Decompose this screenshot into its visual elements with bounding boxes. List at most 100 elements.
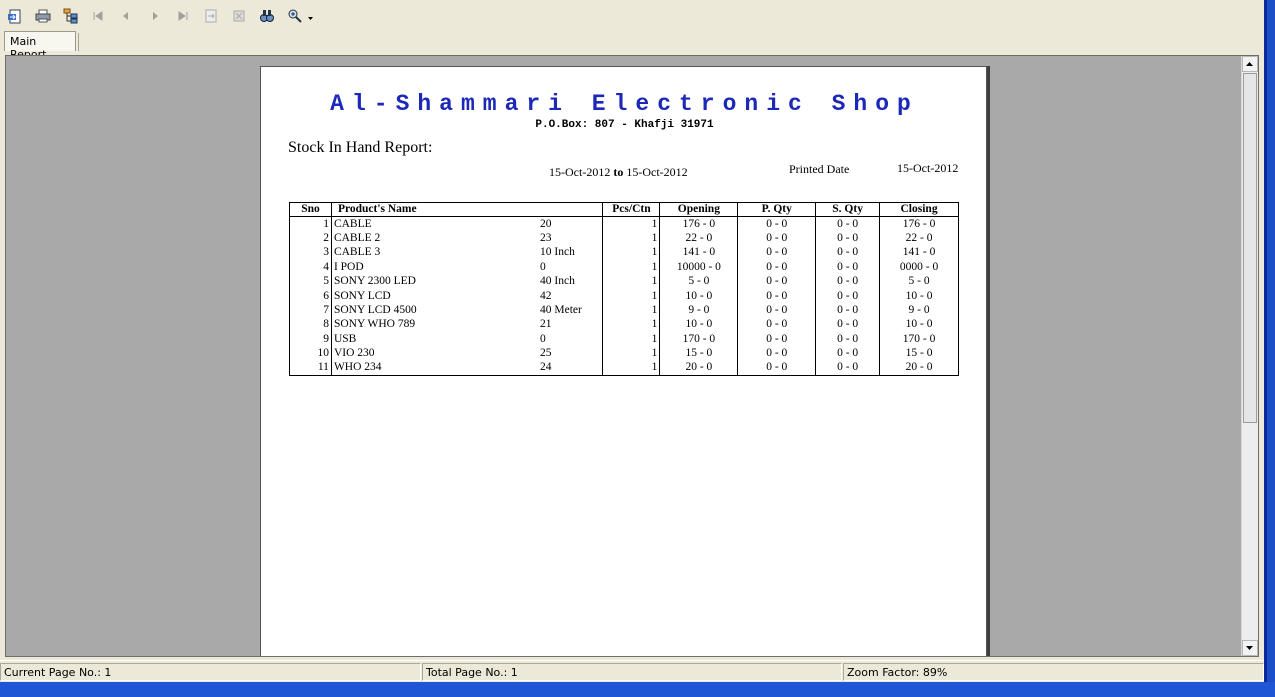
status-total-pages: Total Page No.: 1 — [422, 663, 842, 681]
cell-product-name: SONY LCD 4500 — [330, 303, 539, 318]
cell-closing: 22 - 0 — [879, 231, 959, 246]
scroll-thumb[interactable] — [1243, 73, 1257, 423]
cell-pcs-ctn: 1 — [602, 216, 661, 232]
cell-pcs-ctn: 1 — [602, 303, 661, 318]
report-tab-bar: Main Report — [0, 31, 1264, 61]
status-current-page: Current Page No.: 1 — [0, 663, 421, 681]
table-row: 9 USB 0 1 170 - 00 - 00 - 0 170 - 0 — [289, 332, 959, 347]
cell-opening: 10 - 0 — [659, 317, 739, 333]
cell-opening: 10 - 0 — [659, 288, 739, 304]
cell-sno: 11 — [289, 360, 332, 376]
stock-table-body: 1 CABLE 20 1 176 - 00 - 00 - 0 176 - 0 2 CABLE … — [289, 216, 959, 376]
cell-sno: 8 — [289, 317, 332, 333]
table-row: 3 CABLE 3 10 Inch 1 141 - 00 - 00 - 0 141 - 0 — [289, 245, 959, 261]
last-page-icon[interactable] — [173, 6, 193, 26]
report-page: Al-Shammari Electronic Shop P.O.Box: 807… — [260, 66, 987, 656]
cell-closing: 0000 - 0 — [879, 260, 959, 275]
cell-closing: 10 - 0 — [879, 288, 959, 304]
cell-product-name: SONY WHO 789 — [330, 317, 539, 333]
status-bar: Current Page No.: 1 Total Page No.: 1 Zo… — [0, 660, 1264, 682]
cell-p-qty: 0 - 0 — [737, 216, 817, 232]
cell-pcs-ctn: 1 — [602, 274, 661, 289]
scroll-down-icon[interactable] — [1242, 640, 1258, 656]
cell-p-qty: 0 - 0 — [737, 303, 817, 318]
cell-opening: 141 - 0 — [659, 245, 739, 261]
cell-closing: 170 - 0 — [879, 332, 959, 347]
cell-s-qty: 0 - 0 — [815, 216, 881, 232]
cell-sno: 10 — [289, 346, 332, 361]
table-row: 7 SONY LCD 4500 40 Meter 1 9 - 00 - 00 - 09 … — [289, 303, 959, 318]
next-page-icon[interactable] — [145, 6, 165, 26]
cell-p-qty: 0 - 0 — [737, 332, 817, 347]
zoom-dropdown-icon[interactable] — [308, 12, 314, 20]
cell-unit: 21 — [538, 317, 604, 333]
col-header-opening: Opening — [659, 201, 739, 218]
date-to-word: to — [613, 165, 624, 179]
cell-closing: 5 - 0 — [879, 274, 959, 289]
cell-opening: 15 - 0 — [659, 346, 739, 361]
cell-p-qty: 0 - 0 — [737, 317, 817, 333]
cell-p-qty: 0 - 0 — [737, 245, 817, 261]
cell-p-qty: 0 - 0 — [737, 274, 817, 289]
vertical-scrollbar[interactable] — [1241, 56, 1258, 656]
cell-sno: 6 — [289, 288, 332, 304]
cell-pcs-ctn: 1 — [602, 332, 661, 347]
cell-s-qty: 0 - 0 — [815, 346, 881, 361]
goto-page-icon[interactable] — [201, 6, 221, 26]
cell-unit: 20 — [538, 216, 604, 232]
cell-s-qty: 0 - 0 — [815, 260, 881, 275]
col-header-product-name: Product's Name — [330, 201, 604, 218]
col-header-p-qty: P. Qty — [737, 201, 817, 218]
cell-unit: 10 Inch — [538, 245, 604, 261]
cell-s-qty: 0 - 0 — [815, 332, 881, 347]
cell-pcs-ctn: 1 — [602, 231, 661, 246]
cell-p-qty: 0 - 0 — [737, 231, 817, 246]
printed-date-value: 15-Oct-2012 — [897, 161, 959, 175]
cell-sno: 4 — [289, 260, 332, 275]
group-tree-icon[interactable] — [61, 6, 81, 26]
cell-pcs-ctn: 1 — [602, 360, 661, 376]
window-right-edge — [1264, 0, 1275, 697]
shop-address: P.O.Box: 807 - Khafji 31971 — [535, 119, 714, 131]
cell-product-name: CABLE 3 — [330, 245, 539, 261]
cell-unit: 40 Inch — [538, 274, 604, 289]
cell-s-qty: 0 - 0 — [815, 274, 881, 289]
stock-table: Sno Product's Name Pcs/Ctn Opening P. Qt… — [289, 201, 959, 376]
print-icon[interactable] — [33, 6, 53, 26]
table-row: 4I POD 0 1 10000 - 00 - 00 - 0 0000 - 0 — [289, 260, 959, 275]
previous-page-icon[interactable] — [116, 6, 136, 26]
tab-main-report[interactable]: Main Report — [4, 31, 76, 61]
cell-closing: 20 - 0 — [879, 360, 959, 376]
cell-pcs-ctn: 1 — [602, 288, 661, 304]
cell-p-qty: 0 - 0 — [737, 260, 817, 275]
cell-product-name: VIO 230 — [330, 346, 539, 361]
cell-product-name: SONY LCD — [330, 288, 539, 304]
cell-s-qty: 0 - 0 — [815, 245, 881, 261]
stop-icon[interactable] — [229, 6, 249, 26]
cell-unit: 40 Meter — [538, 303, 604, 318]
date-from: 15-Oct-2012 — [549, 165, 611, 179]
cell-sno: 3 — [289, 245, 332, 261]
first-page-icon[interactable] — [88, 6, 108, 26]
export-icon[interactable] — [5, 6, 25, 26]
search-icon[interactable] — [257, 6, 277, 26]
cell-unit: 23 — [538, 231, 604, 246]
cell-opening: 20 - 0 — [659, 360, 739, 376]
cell-closing: 176 - 0 — [879, 216, 959, 232]
scroll-up-icon[interactable] — [1242, 56, 1258, 72]
table-header-row: Sno Product's Name Pcs/Ctn Opening P. Qt… — [289, 201, 959, 218]
printed-date-label: Printed Date — [789, 162, 850, 176]
cell-closing: 15 - 0 — [879, 346, 959, 361]
tab-divider — [78, 33, 79, 51]
report-viewer: Al-Shammari Electronic Shop P.O.Box: 807… — [5, 55, 1259, 657]
cell-closing: 141 - 0 — [879, 245, 959, 261]
col-header-closing: Closing — [879, 201, 959, 218]
cell-pcs-ctn: 1 — [602, 346, 661, 361]
col-header-pcs-ctn: Pcs/Ctn — [602, 201, 661, 218]
table-row: 11 WHO 234 24 1 20 - 00 - 00 - 0 20 - 0 — [289, 360, 959, 376]
cell-product-name: SONY 2300 LED — [330, 274, 539, 289]
report-toolbar — [0, 0, 1264, 31]
zoom-icon[interactable] — [285, 6, 305, 26]
shop-title: Al-Shammari Electronic Shop — [330, 91, 919, 117]
cell-opening: 9 - 0 — [659, 303, 739, 318]
